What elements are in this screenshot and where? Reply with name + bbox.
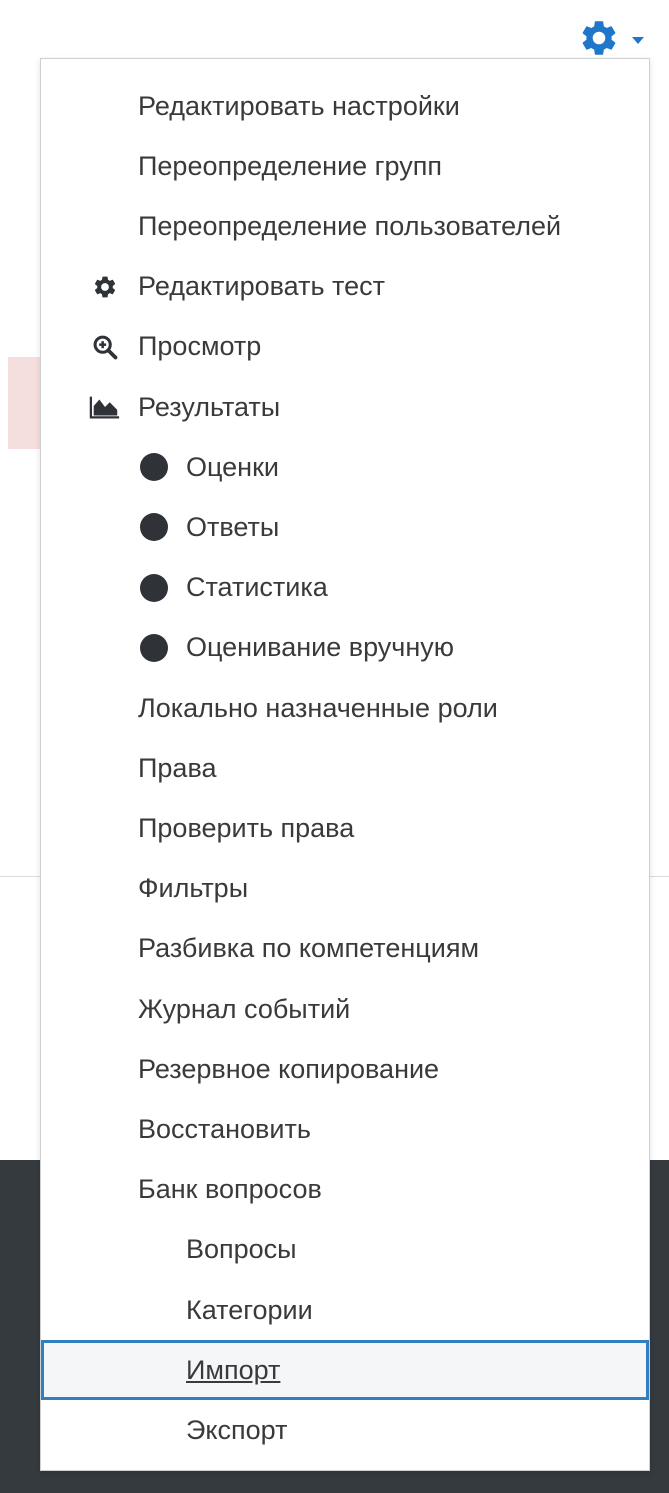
zoom-in-icon	[89, 331, 121, 363]
menu-item-21[interactable]: Категории	[41, 1280, 649, 1340]
menu-item-4[interactable]: Редактировать тест	[41, 257, 649, 317]
bullet-icon	[140, 573, 168, 602]
menu-item-label: Переопределение групп	[138, 150, 442, 181]
menu-item-label: Резервное копирование	[138, 1053, 440, 1084]
menu-item-3[interactable]: Переопределение пользователей	[41, 196, 649, 256]
caret-down-icon	[632, 36, 644, 44]
menu-item-label: Категории	[186, 1294, 313, 1325]
menu-item-label: Оценки	[186, 451, 279, 482]
menu-item-label: Вопросы	[186, 1234, 297, 1265]
menu-item-18[interactable]: Восстановить	[41, 1099, 649, 1159]
menu-item-label: Разбивка по компетенциям	[138, 933, 480, 964]
menu-item-label: Локально назначенные роли	[138, 692, 498, 723]
menu-item-label: Переопределение пользователей	[138, 210, 562, 241]
menu-item-label: Банк вопросов	[138, 1174, 322, 1205]
menu-item-17[interactable]: Резервное копирование	[41, 1039, 649, 1099]
bullet-icon	[140, 633, 168, 662]
gear-icon	[578, 17, 620, 59]
menu-item-19[interactable]: Банк вопросов	[41, 1160, 649, 1220]
menu-item-9[interactable]: Статистика	[41, 558, 649, 618]
menu-item-12[interactable]: Права	[41, 738, 649, 798]
menu-item-8[interactable]: Ответы	[41, 497, 649, 557]
menu-item-23[interactable]: Экспорт	[41, 1400, 649, 1460]
settings-dropdown-menu: Редактировать настройки Переопределение г…	[40, 58, 650, 1471]
menu-item-20[interactable]: Вопросы	[41, 1220, 649, 1280]
area-chart-icon	[89, 391, 121, 423]
menu-item-label: Статистика	[186, 572, 328, 603]
menu-item-label: Восстановить	[138, 1113, 311, 1144]
menu-item-label: Журнал событий	[138, 993, 351, 1024]
menu-item-15[interactable]: Разбивка по компетенциям	[41, 919, 649, 979]
menu-item-label: Результаты	[138, 391, 281, 422]
menu-item-6[interactable]: Результаты	[41, 377, 649, 437]
menu-item-13[interactable]: Проверить права	[41, 798, 649, 858]
menu-item-label: Ответы	[186, 511, 280, 542]
menu-item-14[interactable]: Фильтры	[41, 859, 649, 919]
menu-item-label: Редактировать тест	[138, 271, 385, 302]
menu-item-label: Редактировать настройки	[138, 90, 460, 121]
settings-menu-toggle[interactable]	[578, 18, 658, 58]
menu-item-1[interactable]: Редактировать настройки	[41, 76, 649, 136]
bullet-icon	[140, 513, 168, 542]
menu-item-label: Права	[138, 752, 217, 783]
menu-item-label: Оценивание вручную	[186, 632, 455, 663]
menu-item-label: Экспорт	[186, 1414, 288, 1445]
menu-item-label: Просмотр	[138, 331, 262, 362]
menu-item-11[interactable]: Локально назначенные роли	[41, 678, 649, 738]
menu-item-label: Фильтры	[138, 873, 249, 904]
menu-item-label: Проверить права	[138, 812, 355, 843]
menu-item-22[interactable]: Импорт	[41, 1340, 649, 1401]
menu-item-label: Импорт	[186, 1354, 281, 1385]
menu-item-7[interactable]: Оценки	[41, 437, 649, 497]
menu-item-2[interactable]: Переопределение групп	[41, 136, 649, 196]
page: Редактировать настройки Переопределение г…	[0, 0, 669, 1493]
menu-item-10[interactable]: Оценивание вручную	[41, 618, 649, 678]
menu-item-5[interactable]: Просмотр	[41, 317, 649, 377]
menu-item-16[interactable]: Журнал событий	[41, 979, 649, 1039]
gear-icon	[89, 271, 121, 303]
bullet-icon	[140, 453, 168, 482]
